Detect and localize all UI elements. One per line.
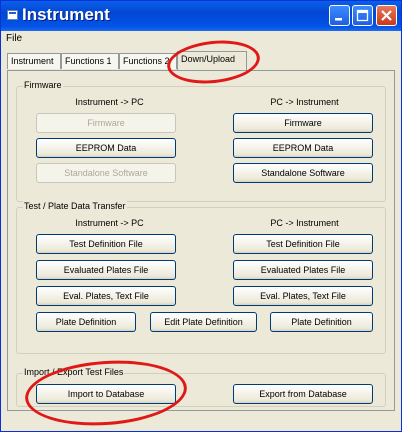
window-title: Instrument <box>22 5 110 24</box>
transfer-right-header: PC -> Instrument <box>270 218 339 228</box>
eeprom-download-button[interactable]: EEPROM Data <box>36 138 176 158</box>
export-from-database-button[interactable]: Export from Database <box>233 384 373 404</box>
plate-definition-download-button[interactable]: Plate Definition <box>36 312 136 332</box>
firmware-upload-button[interactable]: Firmware <box>233 113 373 133</box>
standalone-upload-button[interactable]: Standalone Software <box>233 163 373 183</box>
down-upload-panel: Firmware Instrument -> PC PC -> Instrume… <box>7 70 395 411</box>
close-icon <box>381 10 392 21</box>
firmware-right-header: PC -> Instrument <box>270 97 339 107</box>
maximize-icon <box>356 9 369 22</box>
minimize-button[interactable] <box>329 5 350 26</box>
eval-plates-text-download-button[interactable]: Eval. Plates, Text File <box>36 286 176 306</box>
menu-file[interactable]: File <box>6 33 22 44</box>
evaluated-plates-download-button[interactable]: Evaluated Plates File <box>36 260 176 280</box>
firmware-legend: Firmware <box>23 80 63 90</box>
app-icon[interactable] <box>7 10 18 20</box>
instrument-window: Instrument File Instrument Functions 1 F… <box>0 0 402 432</box>
firmware-download-button[interactable]: Firmware <box>36 113 176 133</box>
transfer-legend: Test / Plate Data Transfer <box>23 201 127 211</box>
edit-plate-definition-button[interactable]: Edit Plate Definition <box>150 312 257 332</box>
tab-functions-1[interactable]: Functions 1 <box>61 53 119 69</box>
maximize-button[interactable] <box>352 5 373 26</box>
close-button[interactable] <box>376 5 397 26</box>
title-bar[interactable]: Instrument <box>1 1 401 31</box>
minimize-icon <box>335 18 342 21</box>
transfer-group: Test / Plate Data Transfer Instrument ->… <box>16 201 386 354</box>
test-definition-upload-button[interactable]: Test Definition File <box>233 234 373 254</box>
eval-plates-text-upload-button[interactable]: Eval. Plates, Text File <box>233 286 373 306</box>
plate-definition-upload-button[interactable]: Plate Definition <box>270 312 373 332</box>
test-definition-download-button[interactable]: Test Definition File <box>36 234 176 254</box>
firmware-left-header: Instrument -> PC <box>75 97 144 107</box>
eeprom-upload-button[interactable]: EEPROM Data <box>233 138 373 158</box>
firmware-group: Firmware Instrument -> PC PC -> Instrume… <box>16 80 386 202</box>
standalone-download-button[interactable]: Standalone Software <box>36 163 176 183</box>
evaluated-plates-upload-button[interactable]: Evaluated Plates File <box>233 260 373 280</box>
transfer-left-header: Instrument -> PC <box>75 218 144 228</box>
tab-instrument[interactable]: Instrument <box>7 53 61 69</box>
